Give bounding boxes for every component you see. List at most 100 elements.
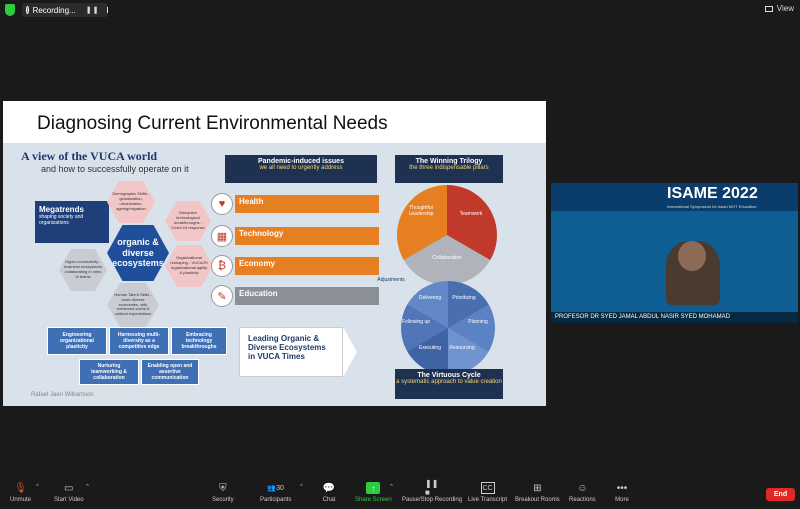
participants-caret-icon[interactable]: ^ xyxy=(300,484,303,490)
end-meeting-button[interactable]: End xyxy=(766,488,795,501)
leading-arrow-icon xyxy=(343,327,357,377)
breakout-rooms-icon: ⊞ xyxy=(533,482,542,494)
cycle-executing: Executing xyxy=(419,345,441,351)
trilogy-wheel xyxy=(397,185,497,285)
meeting-toolbar: 🎙 Unmute ^ ▭ Start Video ^ ⛨ Security 👥 3… xyxy=(0,476,800,509)
start-video-button[interactable]: ▭ Start Video xyxy=(54,482,84,504)
stop-recording-icon[interactable] xyxy=(107,7,108,13)
unmute-label: Unmute xyxy=(10,497,32,503)
chat-icon: 💬 xyxy=(322,482,336,494)
issue-education: ✎ Education xyxy=(211,285,379,307)
participants-button[interactable]: 👥 30 Participants xyxy=(260,482,292,504)
issue-economy: ₿ Economy xyxy=(211,255,379,277)
start-video-label: Start Video xyxy=(54,497,84,503)
breakout-rooms-button[interactable]: ⊞ Breakout Rooms xyxy=(515,482,560,504)
slide-author: Rafael Jaen Williamson xyxy=(31,392,94,398)
hex-disruptive-tech: Disruptive technological breakthroughs -… xyxy=(165,201,211,241)
view-button[interactable]: View xyxy=(764,4,794,13)
unmute-button[interactable]: 🎙 Unmute xyxy=(10,482,32,504)
cycle-delivering: Delivering xyxy=(418,295,442,301)
video-options-caret-icon[interactable]: ^ xyxy=(86,484,89,490)
box-enabling: Enabling open and assertive communicatio… xyxy=(141,359,199,385)
shared-screen: Diagnosing Current Environmental Needs A… xyxy=(3,101,546,406)
hex-organizational: Organizational reshaping - VUCA/SI organ… xyxy=(165,245,213,287)
pandemic-title: Pandemic-induced issues xyxy=(258,158,344,165)
banner-title: ISAME 2022 xyxy=(667,185,758,202)
participants-count: 30 xyxy=(276,484,284,492)
issue-economy-label: Economy xyxy=(235,257,379,275)
pause-recording-button[interactable]: ❚❚ ■ Pause/Stop Recording xyxy=(402,479,463,503)
share-screen-label: Share Screen xyxy=(355,497,392,503)
hex-center: organic & diverse ecosystems xyxy=(107,225,169,281)
share-screen-icon: ↑ xyxy=(366,482,381,494)
cycle-header: The Virtuous Cycle a systematic approach… xyxy=(395,369,503,399)
meeting-top-bar: Recording... ❚❚ View xyxy=(0,0,800,20)
issue-education-label: Education xyxy=(235,287,379,305)
cycle-prioritizing: Prioritizing xyxy=(452,295,476,301)
solar-panel-icon: ▦ xyxy=(211,225,233,247)
pause-recording-label: Pause/Stop Recording xyxy=(402,497,463,503)
participants-icon: 👥 30 xyxy=(267,484,284,493)
banner-subtitle: International Symposium for Asian MOT Ed… xyxy=(667,204,757,209)
box-harnessing: Harnessing multi-diversity as a competit… xyxy=(109,327,169,355)
megatrends-box: Megatrends shaping society and organizat… xyxy=(35,201,109,243)
recording-label: Recording... xyxy=(32,5,76,15)
issue-technology-label: Technology xyxy=(235,227,379,245)
trilogy-leadership: Thoughtful Leadership xyxy=(408,205,434,217)
video-off-icon: ▭ xyxy=(64,482,74,494)
pause-stop-icon: ❚❚ ■ xyxy=(425,479,439,497)
cycle-following-up: Following up xyxy=(401,319,431,325)
more-icon: ••• xyxy=(616,482,628,494)
recording-indicator: Recording... ❚❚ xyxy=(22,3,108,17)
more-button[interactable]: ••• More xyxy=(615,482,629,504)
pandemic-header: Pandemic-induced issues we all need to u… xyxy=(225,155,377,183)
video-banner: ISAME 2022 International Symposium for A… xyxy=(551,183,798,211)
chat-label: Chat xyxy=(322,497,336,503)
security-button[interactable]: ⛨ Security xyxy=(212,482,234,504)
live-transcript-label: Live Transcript xyxy=(468,497,508,503)
hex-demographic: Demographic Shifts - globalization, urba… xyxy=(107,181,155,223)
cc-icon: CC xyxy=(480,482,495,494)
participant-head xyxy=(678,241,706,271)
teacher-icon: ✎ xyxy=(211,285,233,307)
trilogy-teamwork: Teamwork xyxy=(459,211,483,217)
participant-name: PROFESOR DR SYED JAMAL ABDUL NASIR SYED … xyxy=(551,312,798,323)
cycle-resourcing: Resourcing xyxy=(449,345,475,351)
bitcoin-icon: ₿ xyxy=(211,255,233,277)
reactions-button[interactable]: ☺ Reactions xyxy=(569,482,596,504)
trilogy-collaboration: Collaboration xyxy=(432,255,462,261)
pandemic-subtitle: we all need to urgently address xyxy=(259,165,343,171)
share-screen-button[interactable]: ↑ Share Screen xyxy=(355,482,392,503)
box-embracing: Embracing technology breakthroughs xyxy=(171,327,227,355)
issue-health: ♥ Health xyxy=(211,193,379,215)
slide-body: A view of the VUCA world and how to succ… xyxy=(3,143,546,406)
security-shield-icon[interactable] xyxy=(5,4,15,16)
recording-dot-icon xyxy=(26,6,29,14)
share-options-caret-icon[interactable]: ^ xyxy=(390,484,393,490)
chat-button[interactable]: 💬 Chat xyxy=(322,482,336,504)
reactions-label: Reactions xyxy=(569,497,596,503)
hex-human-talent: Human Talent Skills - more diverse econo… xyxy=(107,283,159,327)
grid-view-icon xyxy=(764,5,773,12)
megatrends-subtitle: shaping society and organizations xyxy=(39,214,84,226)
view-label: View xyxy=(776,4,794,13)
breakout-rooms-label: Breakout Rooms xyxy=(515,497,560,503)
live-transcript-button[interactable]: CC Live Transcript xyxy=(468,482,507,503)
security-icon: ⛨ xyxy=(219,482,227,494)
cycle-subtitle: a systematic approach to value creation xyxy=(396,379,502,385)
slide-title: Diagnosing Current Environmental Needs xyxy=(37,113,388,134)
box-engineering: Engineering organizational plasticity xyxy=(47,327,107,355)
muted-mic-icon: 🎙 xyxy=(14,482,27,494)
pause-recording-icon[interactable]: ❚❚ xyxy=(86,6,100,14)
trilogy-subtitle: the three indispensable pillars xyxy=(409,165,489,171)
megatrends-title: Megatrends xyxy=(39,205,84,214)
participants-label: Participants xyxy=(260,497,292,503)
cycle-planning: Planning xyxy=(468,319,488,325)
participant-video[interactable]: ISAME 2022 International Symposium for A… xyxy=(551,183,798,323)
audio-options-caret-icon[interactable]: ^ xyxy=(36,484,39,490)
box-nurturing: Nurturing teamworking & collaboration xyxy=(79,359,139,385)
heartbeat-icon: ♥ xyxy=(211,193,233,215)
adjustments-label: Adjustments xyxy=(377,277,405,283)
hex-hyperconnectivity: Hyper-connectivity - business ecosystems… xyxy=(59,249,107,291)
cycle-title: The Virtuous Cycle xyxy=(417,372,481,379)
